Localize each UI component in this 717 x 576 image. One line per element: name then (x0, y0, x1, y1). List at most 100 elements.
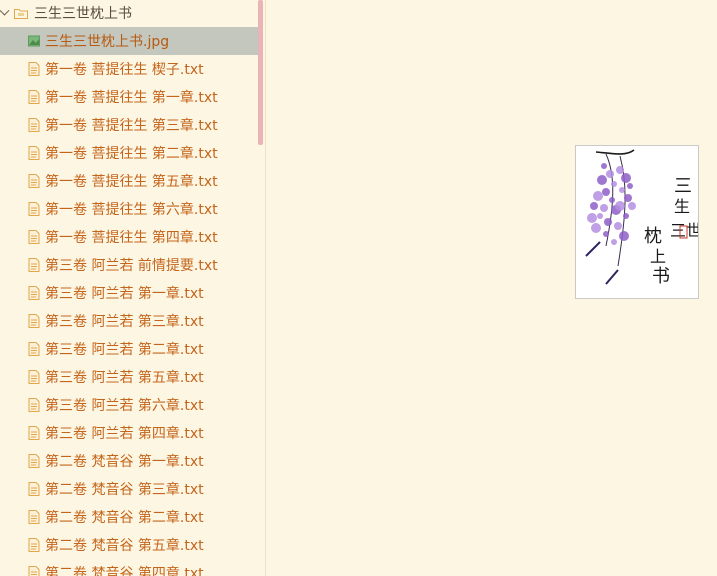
file-row[interactable]: 第一卷 菩提往生 第二章.txt (0, 139, 258, 167)
text-file-icon (28, 538, 40, 552)
file-label: 第一卷 菩提往生 第一章.txt (45, 90, 218, 106)
wisteria-blossom (587, 213, 597, 223)
file-label: 第三卷 阿兰若 第二章.txt (45, 342, 204, 358)
file-label: 第一卷 菩提往生 第三章.txt (45, 118, 218, 134)
text-file-icon (28, 454, 40, 468)
text-file-icon (28, 230, 40, 244)
text-file-icon (28, 510, 40, 524)
tassel (605, 269, 619, 285)
scrollbar-thumb[interactable] (258, 0, 263, 145)
wisteria-blossom (624, 194, 632, 202)
text-file-icon (28, 370, 40, 384)
wisteria-blossom (627, 183, 633, 189)
file-label: 第三卷 阿兰若 第五章.txt (45, 370, 204, 386)
calligraphy-sanshi: 三世 (670, 221, 698, 240)
file-label: 三生三世枕上书.jpg (45, 34, 170, 50)
file-row[interactable]: 第一卷 菩提往生 第六章.txt (0, 195, 258, 223)
file-label: 第二卷 梵音谷 第五章.txt (45, 538, 204, 554)
wisteria-blossom (590, 202, 598, 210)
file-label: 第三卷 阿兰若 第三章.txt (45, 314, 204, 330)
wisteria-blossom (611, 239, 617, 245)
wisteria-blossom (619, 187, 625, 193)
wisteria-blossom (614, 222, 622, 230)
file-label: 第三卷 阿兰若 前情提要.txt (45, 258, 218, 274)
file-label: 第一卷 菩提往生 第六章.txt (45, 202, 218, 218)
file-row[interactable]: 第三卷 阿兰若 第五章.txt (0, 363, 258, 391)
file-row[interactable]: 第三卷 阿兰若 前情提要.txt (0, 251, 258, 279)
text-file-icon (28, 146, 40, 160)
wisteria-blossom (616, 166, 624, 174)
file-row[interactable]: 第三卷 阿兰若 第四章.txt (0, 419, 258, 447)
file-row[interactable]: 第三卷 阿兰若 第六章.txt (0, 391, 258, 419)
wisteria-blossom (609, 197, 615, 203)
text-file-icon (28, 118, 40, 132)
file-label: 第二卷 梵音谷 第三章.txt (45, 482, 204, 498)
wisteria-blossom (601, 163, 607, 169)
calligraphy-sansheng: 三 (674, 176, 692, 197)
calligraphy-shu: 书 (652, 266, 670, 287)
file-label: 第三卷 阿兰若 第六章.txt (45, 398, 204, 414)
file-row[interactable]: 第三卷 阿兰若 第二章.txt (0, 335, 258, 363)
file-row[interactable]: 第二卷 梵音谷 第五章.txt (0, 531, 258, 559)
text-file-icon (28, 314, 40, 328)
file-row[interactable]: 第二卷 梵音谷 第二章.txt (0, 503, 258, 531)
text-file-icon (28, 258, 40, 272)
text-file-icon (28, 174, 40, 188)
file-list: 三生三世枕上书.jpg 第一卷 菩提往生 楔子.txt 第一卷 菩提往生 第一章.t… (0, 27, 258, 576)
wisteria-blossom (593, 191, 603, 201)
wisteria-blossom (597, 175, 607, 185)
file-label: 第三卷 阿兰若 第四章.txt (45, 426, 204, 442)
file-label: 第一卷 菩提往生 楔子.txt (45, 62, 204, 78)
wisteria-blossom (591, 223, 601, 233)
image-preview: 三 生 三世 枕 上 书 (575, 145, 699, 299)
wisteria-blossom (628, 202, 636, 210)
folder-icon (14, 8, 28, 19)
wisteria-blossom (606, 170, 614, 178)
file-label: 第一卷 菩提往生 第四章.txt (45, 230, 218, 246)
file-row[interactable]: 三生三世枕上书.jpg (0, 27, 258, 55)
wisteria-blossom (604, 218, 612, 226)
text-file-icon (28, 202, 40, 216)
text-file-icon (28, 566, 40, 576)
wisteria-blossom (619, 231, 629, 241)
file-row[interactable]: 第一卷 菩提往生 第四章.txt (0, 223, 258, 251)
wisteria-blossom (623, 213, 629, 219)
wisteria-blossom (611, 181, 617, 187)
file-row[interactable]: 第一卷 菩提往生 第三章.txt (0, 111, 258, 139)
file-label: 第三卷 阿兰若 第一章.txt (45, 286, 204, 302)
chevron-down-icon[interactable] (0, 5, 10, 16)
wisteria-blossom (600, 204, 608, 212)
file-label: 第一卷 菩提往生 第五章.txt (45, 174, 218, 190)
file-row[interactable]: 第一卷 菩提往生 第五章.txt (0, 167, 258, 195)
calligraphy-zhen: 枕 (644, 226, 662, 247)
file-label: 第二卷 梵音谷 第四章.txt (45, 566, 204, 576)
text-file-icon (28, 62, 40, 76)
folder-row[interactable]: 三生三世枕上书 (0, 0, 258, 26)
wisteria-blossom (621, 173, 631, 183)
text-file-icon (28, 426, 40, 440)
text-file-icon (28, 482, 40, 496)
cover-artwork: 三 生 三世 枕 上 书 (585, 149, 698, 287)
file-row[interactable]: 第三卷 阿兰若 第三章.txt (0, 307, 258, 335)
wisteria-blossom (602, 188, 610, 196)
image-file-icon (28, 34, 40, 48)
text-file-icon (28, 398, 40, 412)
file-row[interactable]: 第一卷 菩提往生 楔子.txt (0, 55, 258, 83)
file-label: 第二卷 梵音谷 第一章.txt (45, 454, 204, 470)
folder-label: 三生三世枕上书 (34, 6, 132, 22)
file-row[interactable]: 第二卷 梵音谷 第三章.txt (0, 475, 258, 503)
wisteria-blossom (597, 213, 603, 219)
file-row[interactable]: 第二卷 梵音谷 第四章.txt (0, 559, 258, 576)
file-row[interactable]: 第一卷 菩提往生 第一章.txt (0, 83, 258, 111)
text-file-icon (28, 342, 40, 356)
wisteria-blossom (615, 201, 625, 211)
file-row[interactable]: 第二卷 梵音谷 第一章.txt (0, 447, 258, 475)
file-label: 第一卷 菩提往生 第二章.txt (45, 146, 218, 162)
file-row[interactable]: 第三卷 阿兰若 第一章.txt (0, 279, 258, 307)
wisteria-flowers (587, 163, 636, 245)
file-label: 第二卷 梵音谷 第二章.txt (45, 510, 204, 526)
text-file-icon (28, 286, 40, 300)
branch-stroke (595, 149, 635, 155)
tassel (585, 241, 601, 257)
calligraphy-shang: 上 (650, 247, 666, 266)
